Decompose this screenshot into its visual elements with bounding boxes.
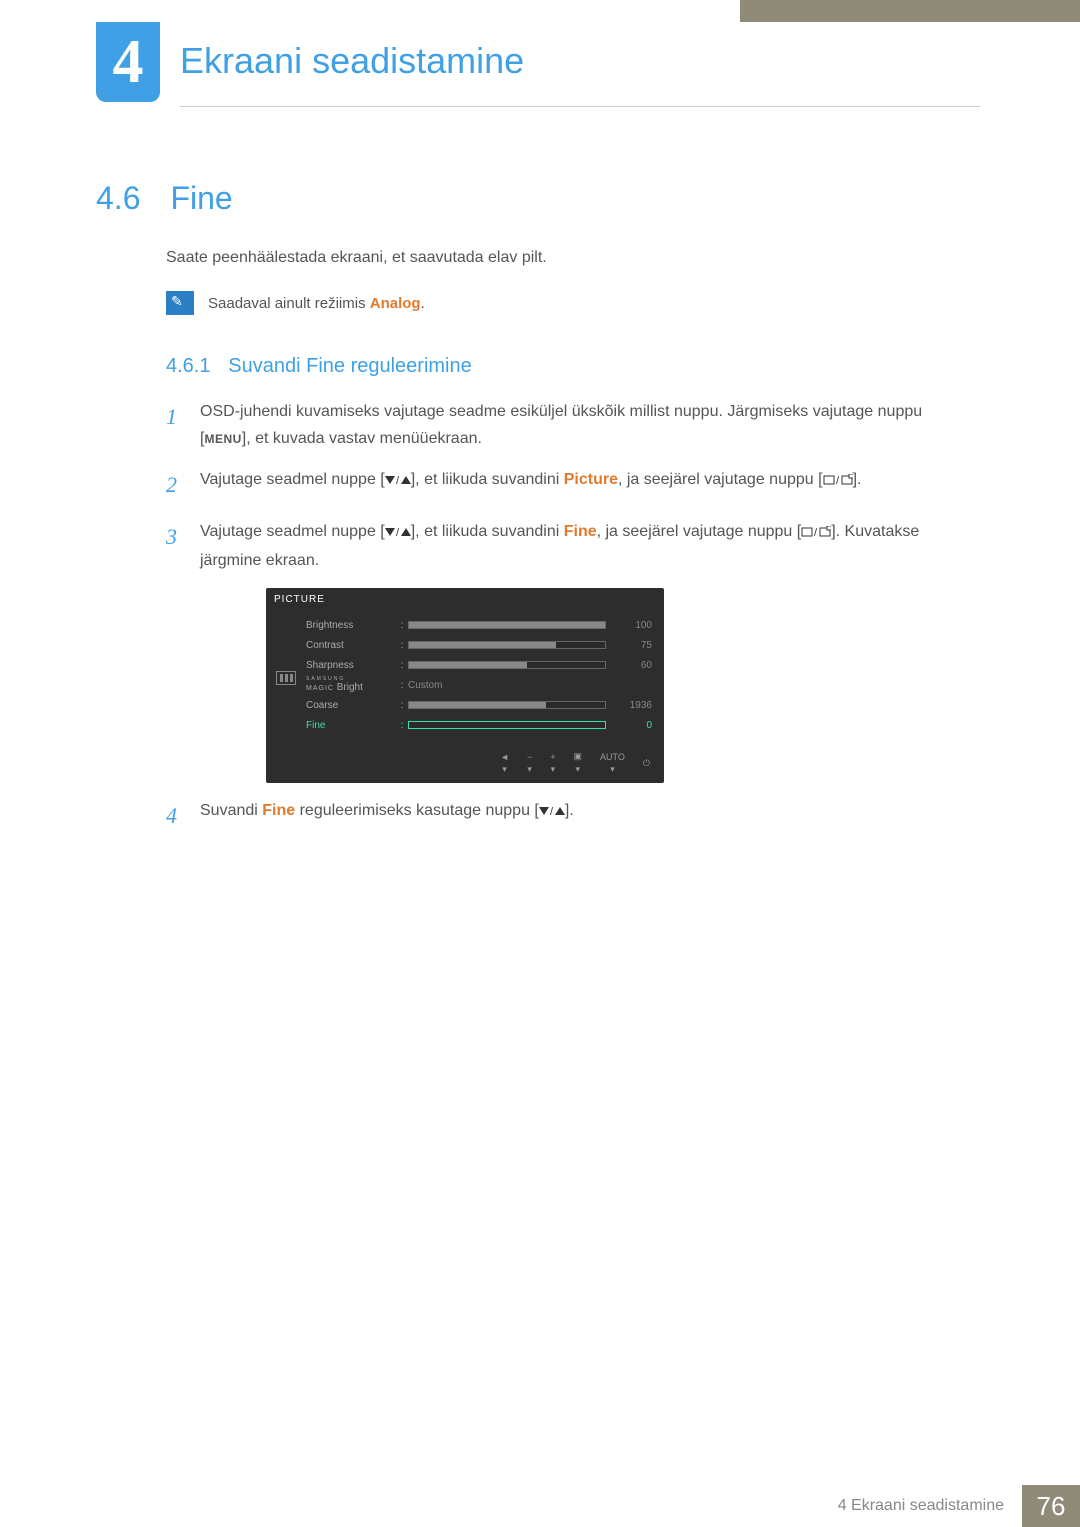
footer-page-number: 76 — [1022, 1485, 1080, 1527]
text: ]. — [853, 471, 862, 488]
osd-value: 100 — [616, 620, 652, 631]
note-row: Saadaval ainult režiimis Analog. — [166, 291, 976, 315]
svg-text:/: / — [396, 475, 400, 486]
osd-value: 60 — [616, 660, 652, 671]
osd-nav-plus-icon: +▾ — [550, 752, 555, 775]
osd-value: 1936 — [616, 700, 652, 711]
page-content: 4.6 Fine Saate peenhäälestada ekraani, e… — [96, 180, 976, 849]
step-2: 2 Vajutage seadmel nuppe [ / ], et liikuda… — [166, 466, 976, 503]
chapter-title: Ekraani seadistamine — [180, 40, 524, 82]
osd-label: Contrast — [306, 640, 396, 651]
steps-list: 1 OSD-juhendi kuvamiseks vajutage seadme… — [166, 398, 976, 835]
note-icon — [166, 291, 194, 315]
step-number: 3 — [166, 518, 184, 574]
note-highlight: Analog — [370, 295, 421, 312]
text: , ja seejärel vajutage nuppu [ — [597, 523, 802, 540]
osd-value: Custom — [408, 680, 442, 691]
osd-label: Coarse — [306, 700, 396, 711]
step-body: OSD-juhendi kuvamiseks vajutage seadme e… — [200, 398, 976, 452]
step-number: 1 — [166, 398, 184, 452]
osd-row-sharpness: Sharpness : 60 — [306, 655, 652, 675]
section-number: 4.6 — [96, 180, 166, 217]
section-heading: 4.6 Fine — [96, 180, 976, 217]
osd-row-contrast: Contrast : 75 — [306, 635, 652, 655]
osd-row-fine-selected: Fine : 0 — [306, 715, 652, 735]
note-text: Saadaval ainult režiimis Analog. — [208, 295, 425, 312]
osd-title: PICTURE — [266, 588, 664, 611]
subsection-title: Suvandi Fine reguleerimine — [228, 355, 471, 377]
text: Vajutage seadmel nuppe [ — [200, 523, 385, 540]
subsection-heading: 4.6.1 Suvandi Fine reguleerimine — [166, 355, 976, 378]
svg-text:/: / — [814, 527, 818, 538]
text: Suvandi — [200, 802, 262, 819]
enter-source-icon: / — [801, 520, 831, 547]
step-3: 3 Vajutage seadmel nuppe [ / ], et liikuda… — [166, 518, 976, 574]
step-4: 4 Suvandi Fine reguleerimiseks kasutage … — [166, 797, 976, 834]
osd-nav-power-icon: ⏻ — [643, 758, 650, 769]
step-number: 2 — [166, 466, 184, 503]
osd-rows: Brightness : 100 Contrast : 75 Sharpness… — [306, 611, 664, 745]
step-body: Vajutage seadmel nuppe [ / ], et liikuda s… — [200, 466, 976, 503]
svg-text:/: / — [550, 806, 554, 817]
step-number: 4 — [166, 797, 184, 834]
section-title: Fine — [170, 180, 232, 216]
svg-text:/: / — [396, 527, 400, 538]
text: reguleerimiseks kasutage nuppu [ — [295, 802, 539, 819]
osd-nav-minus-icon: −▾ — [527, 752, 532, 775]
text: ], et liikuda suvandini — [411, 471, 564, 488]
subsection-number: 4.6.1 — [166, 355, 210, 377]
osd-nav-left-icon: ◄▾ — [500, 752, 509, 775]
chapter-number-tab: 4 — [96, 22, 160, 102]
osd-label: Brightness — [306, 620, 396, 631]
page-footer: 4 Ekraani seadistamine 76 — [820, 1485, 1080, 1527]
text: ]. — [565, 802, 574, 819]
osd-label: Fine — [306, 720, 396, 731]
osd-footer: ◄▾ −▾ +▾ ▣▾ AUTO▾ ⏻ — [266, 745, 664, 783]
step-body: Suvandi Fine reguleerimiseks kasutage nu… — [200, 797, 976, 834]
down-up-arrows-icon: / — [385, 520, 411, 547]
footer-text: 4 Ekraani seadistamine — [820, 1485, 1022, 1527]
osd-side-icon-col — [266, 611, 306, 745]
svg-text:/: / — [836, 475, 840, 486]
highlight: Picture — [564, 471, 618, 488]
picture-category-icon — [276, 671, 296, 685]
menu-label: MENU — [204, 432, 241, 446]
osd-value: 75 — [616, 640, 652, 651]
note-prefix: Saadaval ainult režiimis — [208, 295, 370, 312]
osd-row-magic-bright: SAMSUNGMAGIC Bright : Custom — [306, 675, 652, 695]
top-accent-bar — [740, 0, 1080, 22]
osd-nav-auto-icon: AUTO▾ — [600, 752, 625, 775]
osd-row-brightness: Brightness : 100 — [306, 615, 652, 635]
highlight: Fine — [564, 523, 597, 540]
osd-value: 0 — [616, 720, 652, 731]
enter-source-icon: / — [823, 468, 853, 495]
down-up-arrows-icon: / — [385, 468, 411, 495]
text: ], et liikuda suvandini — [411, 523, 564, 540]
chapter-divider — [180, 106, 980, 107]
osd-label: SAMSUNGMAGIC Bright — [306, 677, 396, 693]
down-up-arrows-icon: / — [539, 799, 565, 826]
osd-label: Sharpness — [306, 660, 396, 671]
text: Vajutage seadmel nuppe [ — [200, 471, 385, 488]
section-intro: Saate peenhäälestada ekraani, et saavuta… — [166, 249, 976, 267]
text: ], et kuvada vastav menüüekraan. — [242, 430, 482, 447]
osd-nav-enter-icon: ▣▾ — [574, 751, 583, 775]
step-body: Vajutage seadmel nuppe [ / ], et liikuda s… — [200, 518, 976, 574]
step-1: 1 OSD-juhendi kuvamiseks vajutage seadme… — [166, 398, 976, 452]
osd-screenshot: PICTURE Brightness : 100 Contrast : 75 — [266, 588, 664, 783]
osd-row-coarse: Coarse : 1936 — [306, 695, 652, 715]
highlight: Fine — [262, 802, 295, 819]
note-suffix: . — [421, 295, 425, 312]
text: , ja seejärel vajutage nuppu [ — [618, 471, 823, 488]
